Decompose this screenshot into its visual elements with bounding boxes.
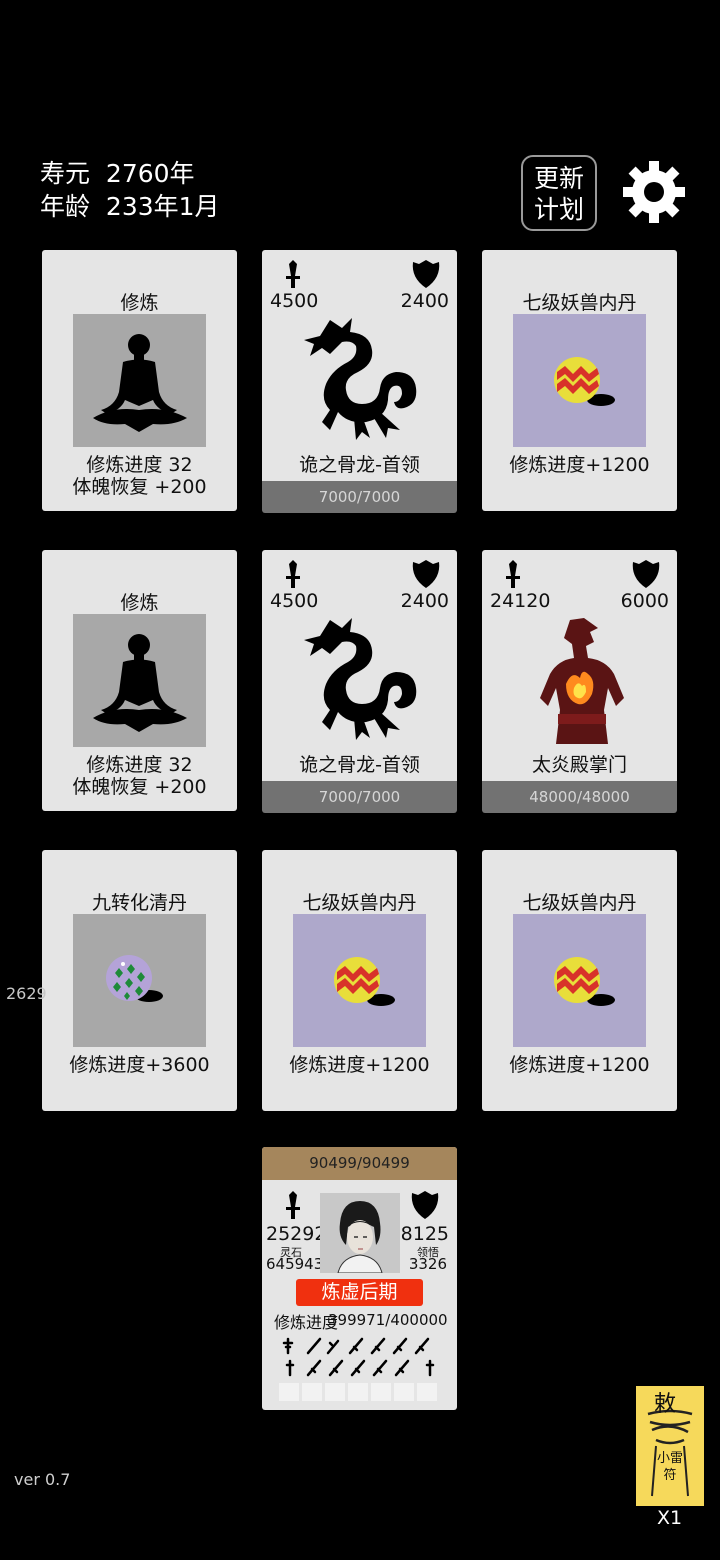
shield-icon: [411, 558, 441, 590]
player-card[interactable]: 90499/90499 25292 8125 灵石 645943 领悟 3326…: [262, 1147, 457, 1410]
item-name: 七级妖兽内丹: [522, 292, 637, 314]
enemy-card[interactable]: 4500 2400 诡之骨龙-首领 7000/7000: [262, 550, 457, 813]
bone-dragon-icon: [300, 614, 422, 744]
player-defense: 8125: [400, 1223, 449, 1245]
version-label: ver 0.7: [14, 1470, 71, 1489]
item-effect: 修炼进度+1200: [509, 454, 650, 476]
comprehension-value: 3326: [408, 1255, 447, 1273]
enemy-card[interactable]: 4500 2400 诡之骨龙-首领 7000/7000: [262, 250, 457, 513]
meditation-icon: [73, 614, 206, 747]
thunder-talisman[interactable]: 敕 小雷符: [636, 1386, 704, 1506]
age-row: 年龄 233年1月: [40, 190, 220, 223]
talisman-name: 小雷符: [656, 1451, 683, 1483]
item-card[interactable]: 九转化清丹 修炼进度+3600: [42, 850, 237, 1111]
sword-icon: [282, 558, 304, 590]
swords-icon: [282, 1337, 435, 1377]
item-name: 七级妖兽内丹: [302, 892, 417, 914]
item-effect: 修炼进度+1200: [509, 1054, 650, 1076]
update-plan-button[interactable]: 更新 计划: [521, 155, 597, 231]
enemy-name: 诡之骨龙-首领: [299, 754, 420, 776]
sword-icon: [282, 258, 304, 290]
meditation-icon: [73, 314, 206, 447]
shield-icon: [410, 1189, 440, 1221]
player-attack: 25292: [266, 1223, 327, 1245]
update-plan-line2: 计划: [533, 195, 584, 224]
cultivate-card[interactable]: 修炼 修炼进度 32 体魄恢复 +200: [42, 550, 237, 811]
equipment-grid: [282, 1337, 442, 1381]
enemy-hp-bar: 7000/7000: [262, 481, 457, 513]
pill-icon: [73, 914, 206, 1047]
lifespan-value: 2760年: [105, 159, 195, 188]
shield-icon: [631, 558, 661, 590]
beast-core-icon: [293, 914, 426, 1047]
card-title: 修炼: [120, 592, 159, 614]
slot[interactable]: [417, 1383, 437, 1401]
enemy-name: 诡之骨龙-首领: [299, 454, 420, 476]
defense-value: 2400: [400, 290, 449, 312]
talisman-count: X1: [657, 1507, 683, 1529]
sword-icon: [502, 558, 524, 590]
player-progress-value: 399971/400000: [328, 1311, 448, 1329]
age-value: 233年1月: [105, 192, 220, 221]
side-counter: 2629: [6, 984, 47, 1003]
body-recovery-text: 体魄恢复 +200: [72, 776, 207, 798]
player-hp-bar: 90499/90499: [262, 1147, 457, 1180]
item-effect: 修炼进度+3600: [69, 1054, 210, 1076]
enemy-hp-bar: 48000/48000: [482, 781, 677, 813]
body-recovery-text: 体魄恢复 +200: [72, 476, 207, 498]
beast-core-icon: [513, 914, 646, 1047]
item-card[interactable]: 七级妖兽内丹 修炼进度+1200: [262, 850, 457, 1111]
slot[interactable]: [325, 1383, 345, 1401]
enemy-hp-bar: 7000/7000: [262, 781, 457, 813]
update-plan-line1: 更新: [533, 164, 584, 193]
item-name: 九转化清丹: [91, 892, 187, 914]
enemy-name: 太炎殿掌门: [531, 754, 627, 776]
spirit-stone-value: 645943: [266, 1255, 324, 1273]
slot[interactable]: [348, 1383, 368, 1401]
slot[interactable]: [279, 1383, 299, 1401]
avatar: [320, 1193, 400, 1274]
slot[interactable]: [371, 1383, 391, 1401]
item-card[interactable]: 七级妖兽内丹 修炼进度+1200: [482, 850, 677, 1111]
cultivate-card[interactable]: 修炼 修炼进度 32 体魄恢复 +200: [42, 250, 237, 511]
talisman-top-glyph: 敕: [654, 1392, 677, 1417]
gear-icon[interactable]: [622, 160, 686, 224]
lifespan-row: 寿元 2760年: [40, 157, 195, 190]
defense-value: 2400: [400, 590, 449, 612]
age-label: 年龄: [40, 192, 91, 221]
flame-master-icon: [520, 614, 642, 744]
attack-value: 4500: [270, 290, 319, 312]
defense-value: 6000: [620, 590, 669, 612]
beast-core-icon: [513, 314, 646, 447]
sword-icon: [282, 1189, 304, 1221]
item-name: 七级妖兽内丹: [522, 892, 637, 914]
lifespan-label: 寿元: [40, 159, 91, 188]
enemy-card[interactable]: 24120 6000 太炎殿掌门 48000/48000: [482, 550, 677, 813]
attack-value: 24120: [490, 590, 551, 612]
attack-value: 4500: [270, 590, 319, 612]
shield-icon: [411, 258, 441, 290]
card-title: 修炼: [120, 292, 159, 314]
inventory-slots: [279, 1383, 440, 1405]
realm-badge: 炼虚后期: [296, 1279, 423, 1306]
slot[interactable]: [394, 1383, 414, 1401]
bone-dragon-icon: [300, 314, 422, 444]
item-card[interactable]: 七级妖兽内丹 修炼进度+1200: [482, 250, 677, 511]
slot[interactable]: [302, 1383, 322, 1401]
item-effect: 修炼进度+1200: [289, 1054, 430, 1076]
